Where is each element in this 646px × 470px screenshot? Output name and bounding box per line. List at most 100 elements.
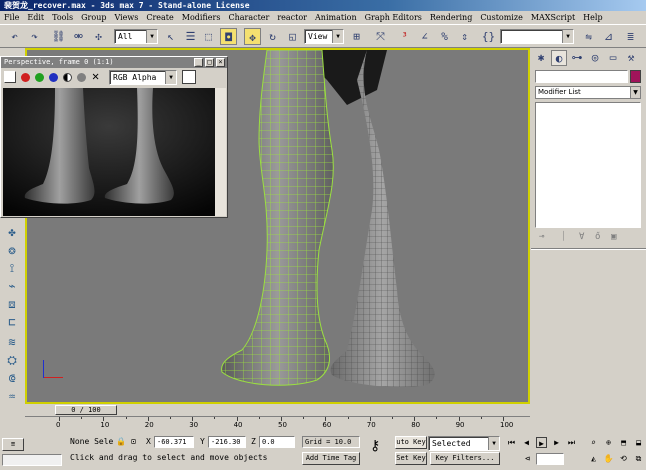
menu-animation[interactable]: Animation (315, 13, 357, 22)
absolute-mode-icon[interactable]: ⊡ (131, 436, 136, 448)
auto-key-button[interactable]: uto Key (395, 436, 427, 449)
swatch-icon[interactable] (182, 70, 196, 84)
modify-tab-icon[interactable]: ◐ (551, 50, 567, 66)
zoom-extents-all-icon[interactable]: ⬓ (633, 437, 644, 448)
menu-tools[interactable]: Tools (52, 13, 73, 22)
configure-sets-icon[interactable]: ▣ (611, 232, 616, 242)
select-and-move-icon[interactable]: ✥ (244, 28, 261, 45)
z-coord-field[interactable]: 0.0 (259, 436, 295, 448)
motion-tab-icon[interactable]: ◎ (587, 50, 603, 66)
object-name-field[interactable] (535, 70, 628, 83)
menu-views[interactable]: Views (114, 13, 138, 22)
menu-help[interactable]: Help (583, 13, 602, 22)
angle-snap-icon[interactable]: ∠ (416, 28, 433, 45)
red-channel-icon[interactable] (21, 73, 30, 82)
pan-icon[interactable]: ✋ (603, 453, 614, 464)
make-unique-icon[interactable]: ∀ (579, 232, 584, 242)
fracture-icon[interactable]: ⟃ (3, 370, 21, 386)
minimize-icon[interactable]: _ (194, 58, 203, 67)
unlink-icon[interactable]: ⚮ (70, 28, 87, 45)
zoom-extents-icon[interactable]: ⬒ (618, 437, 629, 448)
water-icon[interactable]: ♒ (3, 388, 21, 404)
mirror-icon[interactable]: ⇋ (580, 28, 597, 45)
select-and-manipulate-icon[interactable]: ⤧ (372, 28, 389, 45)
blue-channel-icon[interactable] (49, 73, 58, 82)
channel-display-dropdown[interactable]: RGB Alpha ▼ (109, 70, 177, 85)
modifier-list-dropdown[interactable]: Modifier List ▼ (535, 86, 641, 99)
y-coord-field[interactable]: -216.30 (208, 436, 246, 448)
window-crossing-icon[interactable]: ◘ (220, 28, 237, 45)
menu-modifiers[interactable]: Modifiers (182, 13, 221, 22)
menu-rendering[interactable]: Rendering (430, 13, 472, 22)
cloth-icon[interactable]: ❂ (3, 242, 21, 258)
green-channel-icon[interactable] (35, 73, 44, 82)
track-bar[interactable]: 0 10 20 30 40 50 60 70 80 90 100 (25, 416, 530, 432)
monochrome-icon[interactable] (77, 73, 86, 82)
maxscript-listener-icon[interactable]: ≡ (2, 438, 24, 451)
add-time-tag-button[interactable]: Add Time Tag (302, 452, 360, 465)
go-to-start-icon[interactable]: ⏮ (506, 437, 517, 448)
menu-file[interactable]: File (4, 13, 19, 22)
go-to-end-icon[interactable]: ⏭ (566, 437, 577, 448)
menu-group[interactable]: Group (81, 13, 106, 22)
play-icon[interactable]: ▶ (536, 437, 547, 448)
time-slider-thumb[interactable]: 0 / 100 (55, 405, 117, 415)
selection-lock-icon[interactable]: 🔒 (116, 436, 126, 448)
maxscript-mini-listener[interactable] (2, 454, 62, 466)
modifier-stack[interactable] (535, 102, 641, 228)
menu-maxscript[interactable]: MAXScript (531, 13, 575, 22)
render-window-scrollbar[interactable] (215, 88, 226, 216)
key-icon[interactable]: ⚷ (370, 439, 380, 453)
rigid-body-icon[interactable]: ✤ (3, 224, 21, 240)
wind-icon[interactable]: ≋ (3, 334, 21, 350)
select-object-icon[interactable]: ↖ (162, 28, 179, 45)
undo-icon[interactable]: ↶ (6, 28, 23, 45)
rendered-frame-window[interactable]: Perspective, frame 0 (1:1) _ □ × ✕ RGB A… (0, 56, 228, 218)
zoom-icon[interactable]: ⌕ (588, 437, 599, 448)
plane-icon[interactable]: ⧈ (3, 296, 21, 312)
create-tab-icon[interactable]: ✱ (533, 50, 549, 66)
menu-reactor[interactable]: reactor (277, 13, 307, 22)
arc-rotate-icon[interactable]: ⟲ (618, 453, 629, 464)
select-by-name-icon[interactable]: ☰ (182, 28, 199, 45)
snaps-toggle-icon[interactable]: ³ (396, 28, 413, 45)
selection-filter-dropdown[interactable]: All ▼ (114, 29, 158, 44)
key-mode-toggle-icon[interactable]: ⊲ (522, 453, 533, 464)
rectangular-selection-icon[interactable]: ⬚ (200, 28, 217, 45)
menu-character[interactable]: Character (228, 13, 269, 22)
select-and-rotate-icon[interactable]: ↻ (264, 28, 281, 45)
display-tab-icon[interactable]: ▭ (605, 50, 621, 66)
next-frame-icon[interactable]: ▶ (551, 437, 562, 448)
current-frame-field[interactable] (536, 453, 564, 465)
menu-customize[interactable]: Customize (480, 13, 523, 22)
utilities-tab-icon[interactable]: ⚒ (623, 50, 639, 66)
close-icon[interactable]: × (216, 58, 225, 67)
key-filters-button[interactable]: Key Filters... (430, 452, 500, 465)
hierarchy-tab-icon[interactable]: ⊶ (569, 50, 585, 66)
remove-modifier-icon[interactable]: ő (595, 232, 600, 242)
set-key-button[interactable]: Set Key (395, 452, 427, 465)
select-and-scale-icon[interactable]: ◱ (284, 28, 301, 45)
rope-icon[interactable]: ⟟ (3, 260, 21, 276)
named-selection-dropdown[interactable]: ▼ (500, 29, 574, 44)
time-slider[interactable]: 0 / 100 (25, 404, 530, 416)
maximize-icon[interactable]: □ (205, 58, 214, 67)
percent-snap-icon[interactable]: % (436, 28, 453, 45)
alpha-channel-icon[interactable] (63, 73, 72, 82)
x-coord-field[interactable]: -60.371 (154, 436, 194, 448)
pin-stack-icon[interactable]: ⊸ (539, 232, 544, 242)
select-and-link-icon[interactable]: ⛓ (50, 28, 67, 45)
render-window-titlebar[interactable]: Perspective, frame 0 (1:1) _ □ × (1, 57, 227, 68)
zoom-all-icon[interactable]: ⊕ (603, 437, 614, 448)
maximize-viewport-icon[interactable]: ⧉ (633, 453, 644, 464)
field-of-view-icon[interactable]: ◭ (588, 453, 599, 464)
layer-manager-icon[interactable]: ≣ (622, 28, 639, 45)
menu-graph-editors[interactable]: Graph Editors (365, 13, 422, 22)
toy-car-icon[interactable]: ⛭ (3, 352, 21, 368)
key-mode-dropdown[interactable]: Selected ▼ (428, 436, 500, 451)
show-end-result-icon[interactable]: ⏐ (561, 232, 566, 242)
clear-icon[interactable]: ✕ (92, 69, 99, 83)
align-icon[interactable]: ⊿ (600, 28, 617, 45)
bind-space-warp-icon[interactable]: ✣ (90, 28, 107, 45)
redo-icon[interactable]: ↷ (26, 28, 43, 45)
